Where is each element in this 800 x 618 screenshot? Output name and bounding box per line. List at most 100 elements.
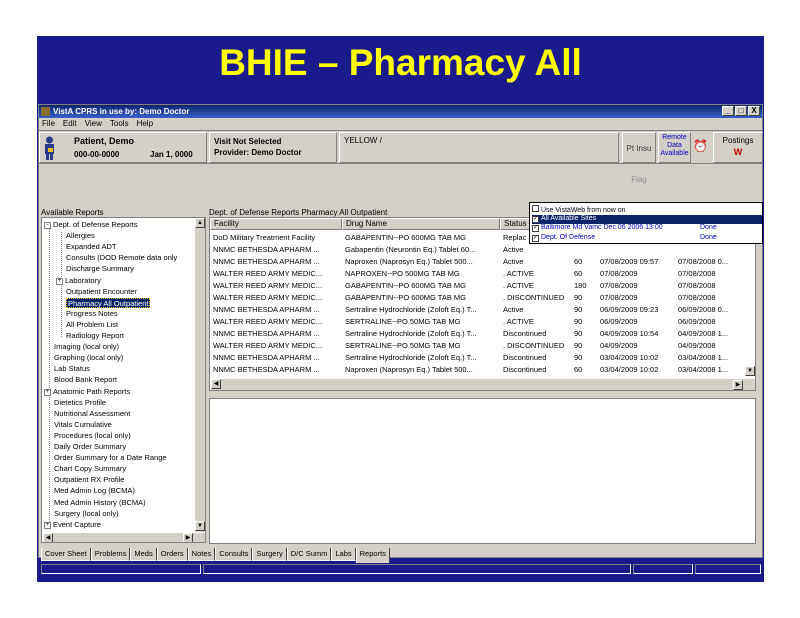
- report-tree-item[interactable]: Order Summary for a Date Range: [54, 453, 167, 463]
- patient-info-button[interactable]: Patient, Demo 000-00-0000 Jan 1, 0000: [39, 132, 207, 163]
- expand-icon[interactable]: +: [44, 388, 51, 396]
- report-tree-item-label: Anatomic Path Reports: [53, 386, 131, 396]
- remote-data-button[interactable]: Remote Data Available: [658, 132, 691, 163]
- grid-title: Dept. of Defense Reports Pharmacy All Ou…: [209, 208, 388, 217]
- menu-edit[interactable]: Edit: [63, 118, 77, 130]
- grid-hscrollbar[interactable]: ◀ ▶: [210, 378, 755, 390]
- tab-problems[interactable]: Problems: [90, 548, 131, 561]
- report-tree-item[interactable]: Discharge Summary: [66, 264, 134, 274]
- tab-notes[interactable]: Notes: [187, 548, 216, 561]
- cwad-postings-box[interactable]: YELLOW /: [339, 132, 619, 163]
- tab-meds[interactable]: Meds: [130, 548, 157, 561]
- scroll-up-arrow-icon[interactable]: ▲: [195, 218, 205, 228]
- table-cell: 07/08/2008: [678, 281, 716, 290]
- report-tree-item[interactable]: Expanded ADT: [66, 242, 116, 252]
- report-tree-item[interactable]: Med Admin Log (BCMA): [54, 486, 135, 496]
- checkbox-checked-icon[interactable]: ✓: [532, 234, 539, 242]
- report-tree-item[interactable]: Outpatient RX Profile: [54, 475, 124, 485]
- report-detail-pane[interactable]: [209, 398, 756, 544]
- report-tree-item[interactable]: Daily Order Summary: [54, 442, 126, 452]
- report-tree-item-label: Imaging (local only): [54, 342, 120, 352]
- report-tree-item[interactable]: Med Admin History (BCMA): [54, 498, 146, 508]
- tab-consults[interactable]: Consults: [215, 548, 253, 561]
- remote-site-item[interactable]: ✓ All Available Sites: [532, 214, 762, 224]
- checkbox-checked-icon[interactable]: ✓: [532, 225, 539, 232]
- report-tree-item[interactable]: Procedures (local only): [54, 431, 131, 441]
- table-cell: WALTER REED ARMY MEDIC...: [213, 269, 323, 278]
- grid-scroll-right-arrow-icon[interactable]: ▶: [733, 380, 743, 390]
- tab-reports[interactable]: Reports: [355, 548, 390, 563]
- report-tree-item-label: Outpatient RX Profile: [54, 475, 125, 485]
- report-tree-item[interactable]: Outpatient Encounter: [66, 287, 137, 297]
- grid-scroll-down-arrow-icon[interactable]: ▼: [745, 366, 755, 376]
- maximize-button[interactable]: □: [735, 106, 747, 116]
- table-cell: Discontinued: [503, 365, 547, 374]
- minimize-button[interactable]: _: [722, 106, 734, 116]
- table-cell: WALTER REED ARMY MEDIC...: [213, 293, 323, 302]
- report-tree-item[interactable]: Pharmacy All Outpatient: [66, 297, 151, 308]
- report-tree-item[interactable]: Surgery (local only): [54, 509, 119, 519]
- report-tree-item[interactable]: Graphing (local only): [54, 353, 123, 363]
- grid-scroll-left-arrow-icon[interactable]: ◀: [211, 379, 221, 389]
- tab-labs[interactable]: Labs: [331, 548, 356, 561]
- menu-file[interactable]: File: [42, 118, 55, 130]
- remote-site-item[interactable]: ✓ Dept. Of Defense Done: [532, 234, 762, 243]
- table-cell: WALTER REED ARMY MEDIC...: [213, 281, 323, 290]
- remote-site-label: Baltimore Md Vamc Dec 06 2006 13:00: [541, 224, 663, 231]
- visit-info-button[interactable]: Visit Not Selected Provider: Demo Doctor: [209, 132, 337, 163]
- table-cell: Active: [503, 257, 524, 266]
- provider-name: Provider: Demo Doctor: [214, 148, 302, 157]
- report-tree-item[interactable]: + Laboratory: [56, 276, 101, 286]
- tree-vscrollbar[interactable]: ▲ ▼: [194, 218, 205, 533]
- tab-d-c-summ[interactable]: D/C Summ: [286, 548, 332, 561]
- column-header[interactable]: Drug Name: [342, 218, 500, 230]
- table-cell: 60: [574, 365, 583, 374]
- scroll-right-arrow-icon[interactable]: ▶: [183, 533, 193, 542]
- report-tree-item-label: Laboratory: [65, 275, 101, 285]
- close-button[interactable]: X: [748, 106, 760, 116]
- checkbox-empty-icon[interactable]: [532, 205, 539, 212]
- report-tree-item[interactable]: Progress Notes: [66, 309, 118, 319]
- report-tree-item[interactable]: Consults (DOD Remote data only: [66, 253, 177, 263]
- collapse-icon[interactable]: -: [44, 222, 51, 229]
- report-tree-item[interactable]: Lab Status: [54, 364, 90, 374]
- reminders-icon[interactable]: ⏰: [693, 139, 708, 153]
- tree-hscrollbar[interactable]: ◀ ▶: [42, 532, 205, 542]
- table-cell: GABAPENTIN--PO 600MG TAB MG: [345, 293, 466, 302]
- expand-icon[interactable]: +: [56, 277, 63, 285]
- menu-help[interactable]: Help: [137, 118, 153, 130]
- table-cell: Active: [503, 245, 524, 254]
- report-tree-item[interactable]: Imaging (local only): [54, 342, 119, 352]
- scroll-down-arrow-icon[interactable]: ▼: [195, 521, 205, 531]
- tab-surgery[interactable]: Surgery: [252, 548, 287, 561]
- table-cell: Naproxen (Naprosyn Eq.) Tablet 500...: [345, 365, 473, 374]
- table-cell: . DISCONTINUED: [503, 341, 565, 350]
- menu-tools[interactable]: Tools: [110, 118, 129, 130]
- table-cell: 07/08/2008: [678, 269, 716, 278]
- remote-site-item[interactable]: Use VistaWeb from now on: [532, 205, 762, 214]
- report-tree-item[interactable]: Radiology Report: [66, 331, 124, 341]
- report-tree-item[interactable]: Chart Copy Summary: [54, 464, 126, 474]
- column-header[interactable]: Facility: [210, 218, 342, 230]
- report-tree-item[interactable]: - Dept. of Defense Reports: [44, 220, 138, 230]
- report-tree-item[interactable]: Vitals Cumulative: [54, 420, 112, 430]
- postings-button[interactable]: Postings W: [713, 132, 763, 163]
- menu-view[interactable]: View: [85, 118, 102, 130]
- report-tree-item[interactable]: Nutritional Assessment: [54, 409, 130, 419]
- report-tree-item[interactable]: Allergies: [66, 231, 95, 241]
- report-tree-item[interactable]: + Event Capture: [44, 520, 101, 530]
- report-tree-item[interactable]: + Anatomic Path Reports: [44, 387, 130, 397]
- report-tree-item[interactable]: All Problem List: [66, 320, 118, 330]
- scroll-left-arrow-icon[interactable]: ◀: [43, 533, 53, 542]
- table-cell: WALTER REED ARMY MEDIC...: [213, 317, 323, 326]
- tab-cover-sheet[interactable]: Cover Sheet: [41, 548, 91, 561]
- tab-orders[interactable]: Orders: [156, 548, 188, 561]
- checkbox-checked-icon[interactable]: ✓: [532, 215, 539, 223]
- report-tree-item[interactable]: Blood Bank Report: [54, 375, 117, 385]
- window-titlebar[interactable]: VistA CPRS in use by: Demo Doctor _ □ X: [39, 105, 762, 118]
- table-cell: . ACTIVE: [503, 281, 534, 290]
- patient-insurance-flag-button[interactable]: Pt Insu Flag: [622, 132, 656, 184]
- report-tree-item[interactable]: Dietetics Profile: [54, 398, 106, 408]
- remote-site-item[interactable]: ✓ Baltimore Md Vamc Dec 06 2006 13:00 Done: [532, 224, 762, 233]
- expand-icon[interactable]: +: [44, 521, 51, 529]
